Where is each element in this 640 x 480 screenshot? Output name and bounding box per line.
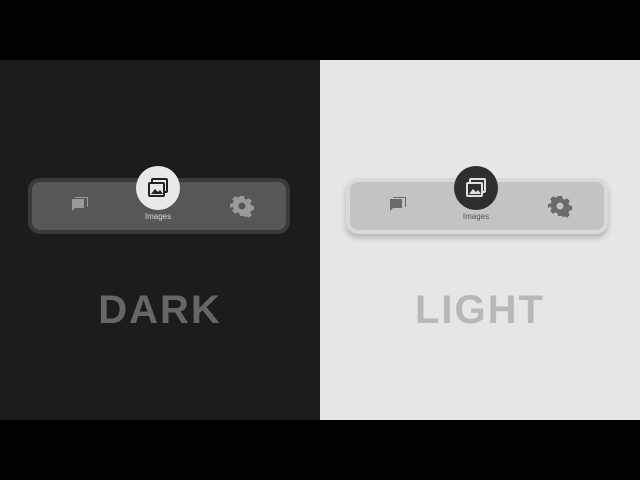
dark-theme-caption: DARK xyxy=(98,288,222,332)
gear-icon xyxy=(548,196,572,218)
light-bottom-navigation: Images xyxy=(346,166,608,234)
nav-item-images-label: Images xyxy=(462,212,490,221)
gear-icon xyxy=(230,196,254,218)
chat-icon xyxy=(72,197,88,211)
nav-item-images[interactable] xyxy=(136,166,180,210)
dark-theme-panel: Images DARK xyxy=(0,60,320,420)
nav-item-images[interactable] xyxy=(454,166,498,210)
images-icon xyxy=(466,178,486,197)
nav-item-chat[interactable] xyxy=(368,182,428,230)
images-icon xyxy=(148,178,168,197)
nav-item-settings[interactable] xyxy=(530,182,590,230)
light-theme-caption: LIGHT xyxy=(415,288,545,332)
light-theme-panel: Images LIGHT xyxy=(320,60,640,420)
chat-icon xyxy=(390,197,406,211)
nav-item-settings[interactable] xyxy=(212,182,272,230)
nav-item-images-label: Images xyxy=(144,212,172,221)
nav-item-chat[interactable] xyxy=(50,182,110,230)
dark-bottom-navigation: Images xyxy=(28,166,290,234)
